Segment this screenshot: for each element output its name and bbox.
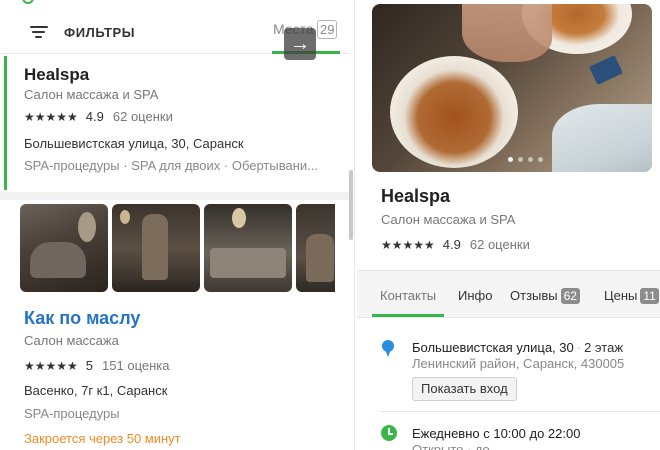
- opening-status: Закроется через 50 минут: [24, 431, 181, 446]
- rating-stars-icon: ★★★★★: [381, 237, 435, 252]
- result-address: Большевистская улица, 30, Саранск: [24, 136, 244, 151]
- open-status: Открыто · до: [412, 442, 490, 450]
- carousel-dot[interactable]: [538, 157, 543, 162]
- rating-stars-icon: ★★★★★: [24, 109, 78, 124]
- result-category: Салон массажа: [24, 333, 119, 348]
- top-edge: [0, 0, 354, 4]
- rating-count[interactable]: 62 оценки: [470, 237, 530, 252]
- address-district: Ленинский район, Саранск, 430005: [412, 356, 625, 371]
- chevron-right-icon[interactable]: →: [284, 28, 316, 60]
- carousel-dot[interactable]: [508, 157, 513, 162]
- result-rating: ★★★★★ 5 151 оценка: [24, 358, 169, 373]
- address-line[interactable]: Большевистская улица, 30 · 2 этаж: [412, 340, 623, 355]
- photo-thumbnail[interactable]: [204, 204, 292, 292]
- result-title[interactable]: Как по маслу: [24, 308, 140, 329]
- place-category: Салон массажа и SPA: [381, 212, 516, 227]
- result-rating: ★★★★★ 4.9 62 оценки: [24, 109, 173, 124]
- tab-prices[interactable]: Цены 11: [604, 288, 659, 304]
- map-marker-stub: [22, 0, 34, 4]
- filters-button[interactable]: ФИЛЬТРЫ: [30, 22, 140, 42]
- photo-strip: [20, 204, 335, 292]
- rating-count[interactable]: 151 оценка: [102, 358, 169, 373]
- result-tags: SPA-процедуры · SPA для двоих · Обертыва…: [24, 158, 318, 173]
- results-panel: ФИЛЬТРЫ Места 29 Healspa Салон массажа и…: [0, 0, 355, 450]
- tab-contacts[interactable]: Контакты: [380, 288, 436, 303]
- filter-icon: [30, 25, 48, 39]
- location-pin-icon: [382, 340, 394, 357]
- reviews-count-badge: 62: [560, 288, 580, 304]
- place-detail-panel: Healspa Салон массажа и SPA ★★★★★ 4.9 62…: [357, 0, 660, 450]
- tab-prices-label: Цены: [604, 288, 638, 303]
- tab-reviews[interactable]: Отзывы 62: [510, 288, 580, 304]
- rating-stars-icon: ★★★★★: [24, 358, 78, 373]
- result-card-kak-po-maslu[interactable]: Как по маслу Салон массажа ★★★★★ 5 151 о…: [0, 296, 342, 450]
- show-entrance-button[interactable]: Показать вход: [412, 377, 517, 401]
- rating-count[interactable]: 62 оценки: [113, 109, 173, 124]
- result-title[interactable]: Healspa: [24, 65, 89, 85]
- result-tags: SPA-процедуры: [24, 406, 120, 421]
- address-street: Большевистская улица, 30: [412, 340, 574, 355]
- photo-thumbnail[interactable]: [296, 204, 335, 292]
- prices-count-badge: 11: [640, 288, 659, 304]
- photo-thumbnail[interactable]: [112, 204, 200, 292]
- hero-photo[interactable]: [372, 4, 652, 172]
- result-card-healspa[interactable]: Healspa Салон массажа и SPA ★★★★★ 4.9 62…: [0, 56, 342, 190]
- active-tab-underline: [372, 314, 444, 317]
- places-count-badge: 29: [317, 20, 338, 39]
- scrollbar-thumb[interactable]: [349, 170, 353, 240]
- tab-info[interactable]: Инфо: [458, 288, 492, 303]
- detail-tabs: Контакты Инфо Отзывы 62 Цены 11: [357, 270, 660, 318]
- filters-label: ФИЛЬТРЫ: [64, 24, 136, 40]
- address-floor: 2 этаж: [584, 340, 624, 355]
- photo-thumbnail[interactable]: [20, 204, 108, 292]
- carousel-dot[interactable]: [518, 157, 523, 162]
- carousel-dot[interactable]: [528, 157, 533, 162]
- selected-indicator: [4, 56, 7, 190]
- result-category: Салон массажа и SPA: [24, 87, 159, 102]
- rating-value: 4.9: [85, 109, 104, 124]
- rating-value: 5: [85, 358, 94, 373]
- rating-value: 4.9: [442, 237, 461, 252]
- place-rating: ★★★★★ 4.9 62 оценки: [381, 237, 530, 252]
- result-address: Васенко, 7г к1, Саранск: [24, 383, 168, 398]
- results-divider: [0, 192, 350, 200]
- address-separator: ·: [576, 340, 582, 355]
- section-divider: [381, 411, 660, 412]
- place-title: Healspa: [381, 186, 451, 206]
- opening-hours[interactable]: Ежедневно с 10:00 до 22:00: [412, 426, 580, 441]
- carousel-dots: [508, 157, 543, 162]
- clock-icon: [381, 425, 397, 441]
- tab-reviews-label: Отзывы: [510, 288, 558, 303]
